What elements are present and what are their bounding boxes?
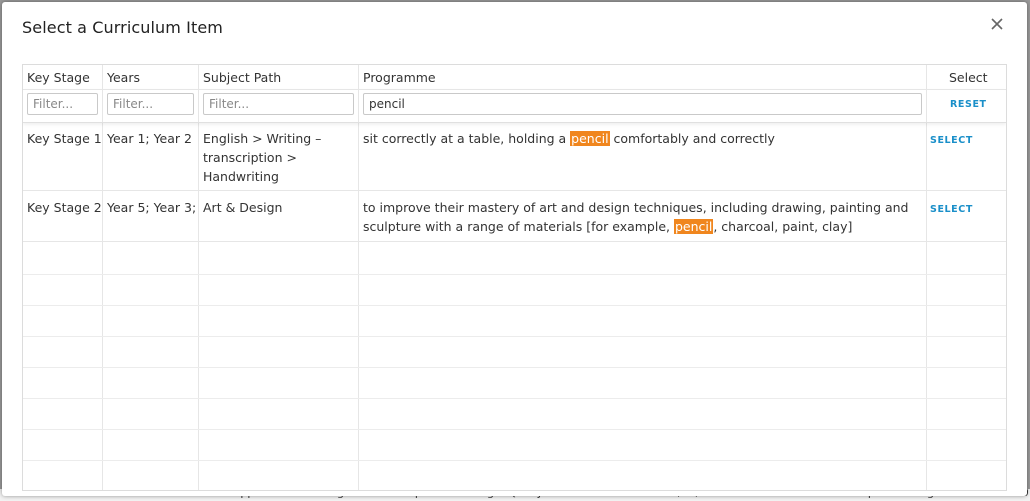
empty-row xyxy=(23,305,1006,337)
cell-subject-path: Art & Design xyxy=(203,200,283,215)
empty-row xyxy=(23,367,1006,399)
filter-row: RESET xyxy=(23,89,1006,123)
header-subject-path[interactable]: Subject Path xyxy=(203,70,281,85)
dialog-title: Select a Curriculum Item xyxy=(22,18,223,37)
cell-years: Year 5; Year 3; Year 4; Year 6 xyxy=(107,200,197,215)
empty-row xyxy=(23,460,1006,490)
search-match-highlight: pencil xyxy=(570,131,610,146)
table-row: Key Stage 1 Year 1; Year 2 English > Wri… xyxy=(23,123,1006,191)
empty-row xyxy=(23,274,1006,306)
filter-subject-path-input[interactable] xyxy=(203,93,354,115)
programme-text: , charcoal, paint, clay] xyxy=(713,219,853,234)
cell-programme: to improve their mastery of art and desi… xyxy=(363,198,921,236)
header-key-stage[interactable]: Key Stage xyxy=(27,70,90,85)
cell-key-stage: Key Stage 1 xyxy=(27,131,102,146)
empty-row xyxy=(23,398,1006,430)
grid-header-row: Key Stage Years Subject Path Programme S… xyxy=(23,65,1006,90)
filter-key-stage-input[interactable] xyxy=(27,93,98,115)
empty-row xyxy=(23,336,1006,368)
reset-button[interactable]: RESET xyxy=(950,99,987,110)
empty-row xyxy=(23,243,1006,275)
table-row: Key Stage 2 Year 5; Year 3; Year 4; Year… xyxy=(23,192,1006,242)
cell-years: Year 1; Year 2 xyxy=(107,131,192,146)
close-icon-glyph xyxy=(991,18,1003,30)
empty-row xyxy=(23,429,1006,461)
cell-key-stage: Key Stage 2 xyxy=(27,200,102,215)
curriculum-grid: Key Stage Years Subject Path Programme S… xyxy=(22,64,1007,491)
programme-text: comfortably and correctly xyxy=(609,131,775,146)
close-icon[interactable] xyxy=(987,14,1007,34)
select-button[interactable]: SELECT xyxy=(930,135,973,146)
programme-text: sit correctly at a table, holding a xyxy=(363,131,571,146)
header-select: Select xyxy=(949,70,988,85)
filter-programme-input[interactable] xyxy=(363,93,922,115)
cell-subject-path: English > Writing – transcription > Hand… xyxy=(203,131,322,184)
filter-years-input[interactable] xyxy=(107,93,194,115)
cell-programme: sit correctly at a table, holding a penc… xyxy=(363,129,921,148)
header-programme[interactable]: Programme xyxy=(363,70,436,85)
select-button[interactable]: SELECT xyxy=(930,204,973,215)
search-match-highlight: pencil xyxy=(673,219,714,234)
curriculum-dialog: Select a Curriculum Item Key Stage Years… xyxy=(2,2,1027,496)
header-years[interactable]: Years xyxy=(107,70,140,85)
